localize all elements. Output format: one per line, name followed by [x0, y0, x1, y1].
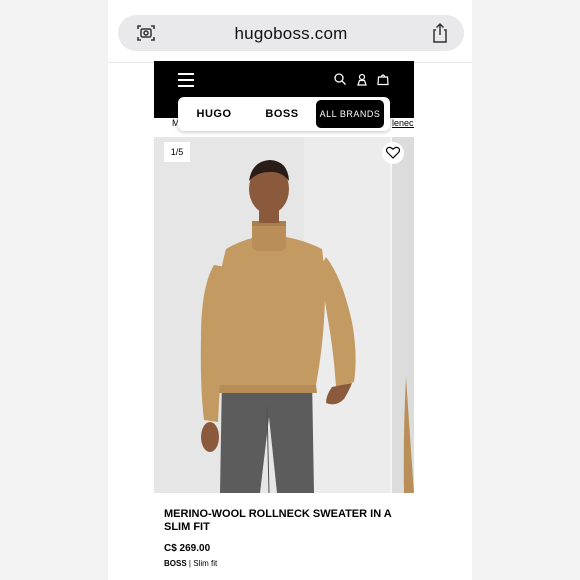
bag-icon[interactable]: [376, 72, 390, 86]
tab-all-brands[interactable]: ALL BRANDS: [316, 100, 384, 128]
heart-icon: [385, 146, 401, 159]
brand-switcher: HUGO BOSS ALL BRANDS: [178, 97, 390, 131]
share-icon[interactable]: [430, 22, 450, 44]
phone-screen: hugoboss.com M lenec HUGO BOSS ALL BRAND…: [108, 0, 472, 580]
product-meta: BOSS | Slim fit: [164, 559, 217, 568]
product-price: C$ 269.00: [164, 543, 211, 554]
product-image[interactable]: 1/5: [154, 137, 414, 493]
product-fit: Slim fit: [193, 559, 218, 568]
product-brand: BOSS: [164, 559, 187, 568]
product-title[interactable]: MERINO-WOOL ROLLNECK SWEATER IN A SLIM F…: [164, 508, 404, 534]
website-viewport: M leneck HUGO BOSS ALL BRANDS: [154, 61, 414, 580]
wishlist-button[interactable]: [382, 142, 404, 164]
account-icon[interactable]: [355, 72, 369, 86]
url-text: hugoboss.com: [234, 24, 348, 43]
image-counter: 1/5: [164, 142, 190, 162]
search-icon[interactable]: [333, 72, 347, 86]
browser-address-area: hugoboss.com: [108, 0, 472, 63]
address-bar[interactable]: hugoboss.com: [118, 15, 464, 51]
meta-separator: |: [188, 559, 191, 568]
model-photo: [154, 137, 414, 493]
tab-boss[interactable]: BOSS: [256, 97, 308, 131]
tab-hugo[interactable]: HUGO: [188, 97, 240, 131]
breadcrumb-fragment-right[interactable]: leneck: [392, 118, 414, 128]
menu-icon[interactable]: [178, 73, 194, 87]
